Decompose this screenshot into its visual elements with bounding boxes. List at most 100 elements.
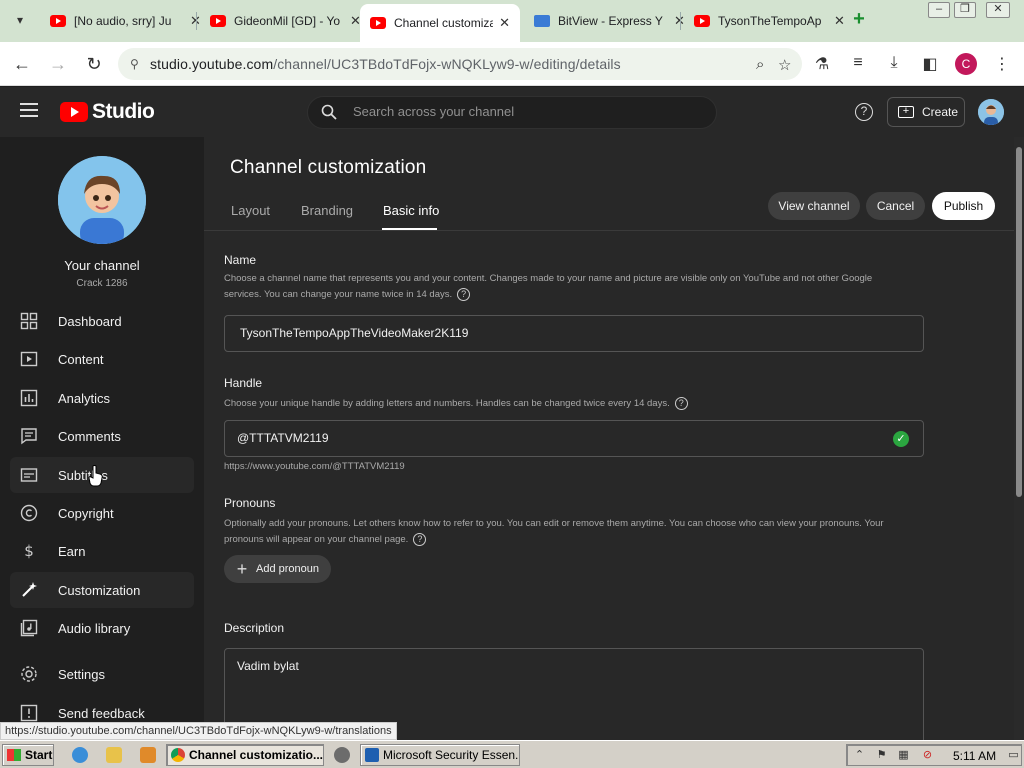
windows-taskbar: Start Channel customizatio... Microsoft … (0, 740, 1024, 768)
studio-sidebar: Your channel Crack 1286 Dashboard Conten… (0, 137, 204, 740)
browser-tab-title: GideonMil [GD] - Yo (234, 14, 341, 28)
network-icon[interactable]: ▦ (897, 749, 910, 762)
earn-icon: $ (24, 542, 34, 560)
forward-arrow-icon[interactable]: → (46, 52, 70, 76)
minimize-window-button[interactable]: – (928, 2, 950, 18)
browser-tab-title: BitView - Express Y (558, 14, 663, 28)
main-content: Channel customization Layout Branding Ba… (204, 137, 1014, 748)
browser-tab[interactable]: TysonTheTempoAp ✕ (684, 6, 855, 36)
sidebar-item-analytics[interactable]: Analytics (10, 380, 194, 416)
browser-profile-avatar[interactable]: C (955, 53, 977, 75)
add-pronoun-label: Add pronoun (256, 563, 319, 575)
pronouns-help-icon[interactable]: ? (413, 532, 427, 546)
taskbar-item-chrome[interactable]: Channel customizatio... (166, 744, 324, 766)
studio-logo[interactable]: Studio (60, 100, 155, 124)
site-info-icon[interactable]: ⚲ (130, 57, 144, 71)
url-host: studio.youtube.com (150, 56, 274, 72)
channel-search-box[interactable] (307, 96, 717, 129)
back-arrow-icon[interactable]: ← (10, 52, 34, 76)
media-control-icon[interactable]: ≡ (848, 54, 868, 72)
tab-layout[interactable]: Layout (231, 203, 270, 218)
add-pronoun-button[interactable]: + Add pronoun (224, 555, 331, 583)
tabs-divider (204, 230, 1014, 231)
handle-url: https://www.youtube.com/@TTTATVM2119 (224, 461, 405, 472)
studio-logo-text: Studio (92, 100, 155, 123)
sidebar-item-copyright[interactable]: Copyright (10, 495, 194, 531)
sidebar-item-audio-library[interactable]: Audio library (10, 610, 194, 646)
cancel-button[interactable]: Cancel (866, 192, 925, 220)
taskbar-item-label: Channel customizatio... (189, 748, 324, 762)
sidebar-item-settings[interactable]: Settings (10, 656, 194, 692)
show-desktop-icon[interactable]: ▭ (1007, 749, 1020, 762)
sidebar-item-content[interactable]: Content (10, 341, 194, 377)
customization-icon (22, 582, 37, 597)
browser-tab-title: TysonTheTempoAp (718, 14, 822, 28)
volume-muted-icon[interactable]: ⊘ (921, 749, 934, 762)
bookmark-star-icon[interactable]: ☆ (778, 56, 791, 74)
publish-button[interactable]: Publish (932, 192, 995, 220)
help-icon[interactable]: ? (855, 103, 873, 121)
tab-basic-info[interactable]: Basic info (383, 203, 439, 218)
scrollbar-thumb[interactable] (1016, 147, 1022, 497)
zoom-icon[interactable]: ⌕ (756, 56, 764, 73)
browser-tab-active[interactable]: Channel customiza ✕ (360, 4, 520, 42)
close-tab-icon[interactable]: ✕ (834, 13, 845, 29)
labs-flask-icon[interactable]: ⚗ (812, 54, 832, 74)
feedback-icon (20, 704, 38, 722)
restore-window-button[interactable]: ❐ (954, 2, 976, 18)
side-panel-icon[interactable]: ◧ (920, 54, 940, 74)
name-help-icon[interactable]: ? (457, 287, 471, 301)
sidebar-item-customization[interactable]: Customization (10, 572, 194, 608)
channel-avatar[interactable] (58, 156, 146, 244)
taskbar-clock[interactable]: 5:11 AM (953, 749, 996, 763)
browser-tab[interactable]: [No audio, srry] Ju ✕ (40, 6, 211, 36)
handle-field[interactable]: @TTTATVM2119 ✓ (224, 420, 924, 457)
handle-help-icon[interactable]: ? (674, 396, 688, 410)
folder-icon[interactable] (106, 747, 122, 763)
chrome-icon (171, 748, 185, 762)
start-button[interactable]: Start (2, 744, 54, 766)
account-avatar[interactable] (978, 99, 1004, 125)
comments-icon (21, 428, 37, 445)
page-title: Channel customization (230, 157, 427, 178)
hamburger-menu-icon[interactable] (20, 103, 38, 117)
youtube-favicon-icon (370, 17, 386, 29)
search-input[interactable] (353, 104, 693, 119)
your-channel-label: Your channel (64, 258, 140, 273)
browser-menu-icon[interactable]: ⋮ (992, 54, 1012, 74)
youtube-favicon-icon (210, 15, 226, 27)
sidebar-item-label: Content (58, 351, 104, 367)
handle-section-description: Choose your unique handle by adding lett… (224, 396, 904, 412)
dashboard-icon (20, 312, 38, 330)
sidebar-item-comments[interactable]: Comments (10, 418, 194, 454)
description-value: Vadim bylat (237, 659, 299, 673)
url-text: studio.youtube.com/channel/UC3TBdoTdFojx… (150, 56, 621, 72)
sidebar-item-label: Copyright (58, 505, 114, 521)
sidebar-item-dashboard[interactable]: Dashboard (10, 303, 194, 339)
media-player-icon[interactable] (140, 747, 156, 763)
view-channel-button[interactable]: View channel (768, 192, 860, 220)
app-gear-icon[interactable] (334, 747, 350, 763)
tab-search-chevron-icon[interactable]: ▾ (8, 8, 32, 32)
pronouns-description-text: Optionally add your pronouns. Let others… (224, 518, 884, 545)
page-scrollbar[interactable] (1014, 137, 1024, 740)
create-video-icon: + (898, 106, 914, 118)
reload-icon[interactable]: ↻ (82, 52, 106, 76)
browser-tab[interactable]: BitView - Express Y ✕ (524, 6, 695, 36)
create-button[interactable]: + Create (887, 97, 965, 127)
tab-branding[interactable]: Branding (301, 203, 353, 218)
close-tab-icon[interactable]: ✕ (499, 15, 510, 31)
taskbar-item-security-essentials[interactable]: Microsoft Security Essen... (360, 744, 520, 766)
address-bar[interactable]: ⚲ studio.youtube.com/channel/UC3TBdoTdFo… (118, 48, 802, 80)
action-center-flag-icon[interactable]: ⚑ (875, 749, 888, 762)
internet-explorer-icon[interactable] (72, 747, 88, 763)
browser-tab-title: [No audio, srry] Ju (74, 14, 172, 28)
browser-tab[interactable]: GideonMil [GD] - Yo ✕ (200, 6, 371, 36)
tray-expand-icon[interactable]: ⌃ (853, 749, 866, 762)
new-tab-button[interactable]: + (848, 9, 870, 31)
channel-name-field[interactable]: TysonTheTempoAppTheVideoMaker2K119 (224, 315, 924, 352)
sidebar-item-earn[interactable]: $ Earn (10, 533, 194, 569)
sidebar-item-label: Settings (58, 666, 105, 682)
download-icon[interactable]: ⤓ (884, 54, 904, 72)
close-window-button[interactable]: ✕ (986, 2, 1010, 18)
